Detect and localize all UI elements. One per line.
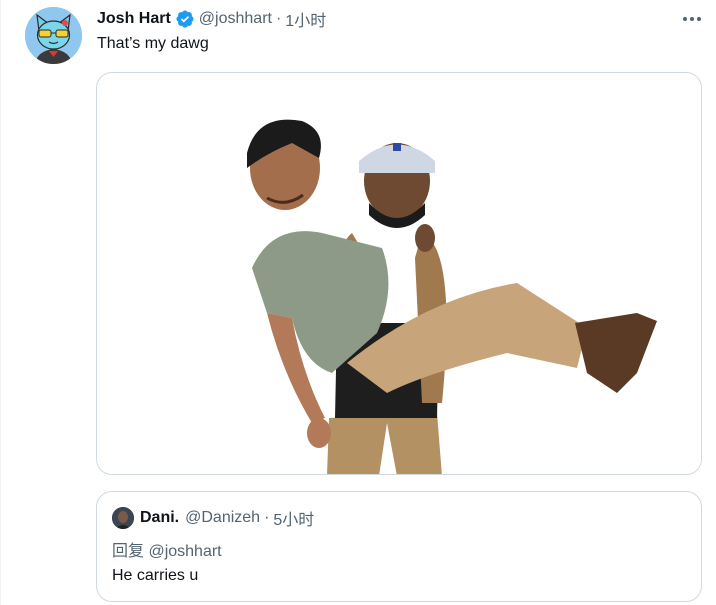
quoted-author-handle[interactable]: @Danizeh	[185, 509, 260, 527]
reply-prefix: 回复	[112, 543, 149, 560]
quoted-tweet[interactable]: Dani. @Danizeh · 5小时 回复 @joshhart He car…	[96, 491, 702, 602]
quoted-tweet-header: Dani. @Danizeh · 5小时	[112, 507, 314, 529]
quoted-author-name[interactable]: Dani.	[140, 509, 179, 527]
quoted-tweet-text: He carries u	[112, 567, 199, 584]
meme-photo-man-carrying-man	[97, 73, 701, 474]
tweet-header: Josh Hart @joshhart · 1小时	[97, 8, 326, 30]
quoted-timestamp[interactable]: 5小时	[273, 506, 314, 530]
author-name[interactable]: Josh Hart	[97, 10, 171, 28]
author-handle[interactable]: @joshhart	[199, 10, 272, 28]
author-avatar[interactable]	[25, 7, 82, 64]
tweet-text: That’s my dawg	[97, 35, 209, 52]
verified-badge-icon	[176, 10, 194, 28]
reply-mention-link[interactable]: @joshhart	[148, 543, 221, 560]
header-separator: ·	[275, 10, 282, 27]
quoted-header-separator: ·	[264, 509, 270, 526]
quoted-author-avatar[interactable]	[112, 507, 134, 529]
more-options-icon[interactable]	[678, 8, 706, 30]
quoted-avatar-icon	[112, 507, 134, 529]
tweet[interactable]: Josh Hart @joshhart · 1小时 That’s my dawg	[0, 0, 716, 605]
avatar-cartoon-cat-icon	[25, 7, 82, 64]
tweet-timestamp[interactable]: 1小时	[285, 7, 326, 31]
tweet-media-image[interactable]	[96, 72, 702, 475]
reply-context: 回复 @joshhart	[112, 537, 222, 561]
